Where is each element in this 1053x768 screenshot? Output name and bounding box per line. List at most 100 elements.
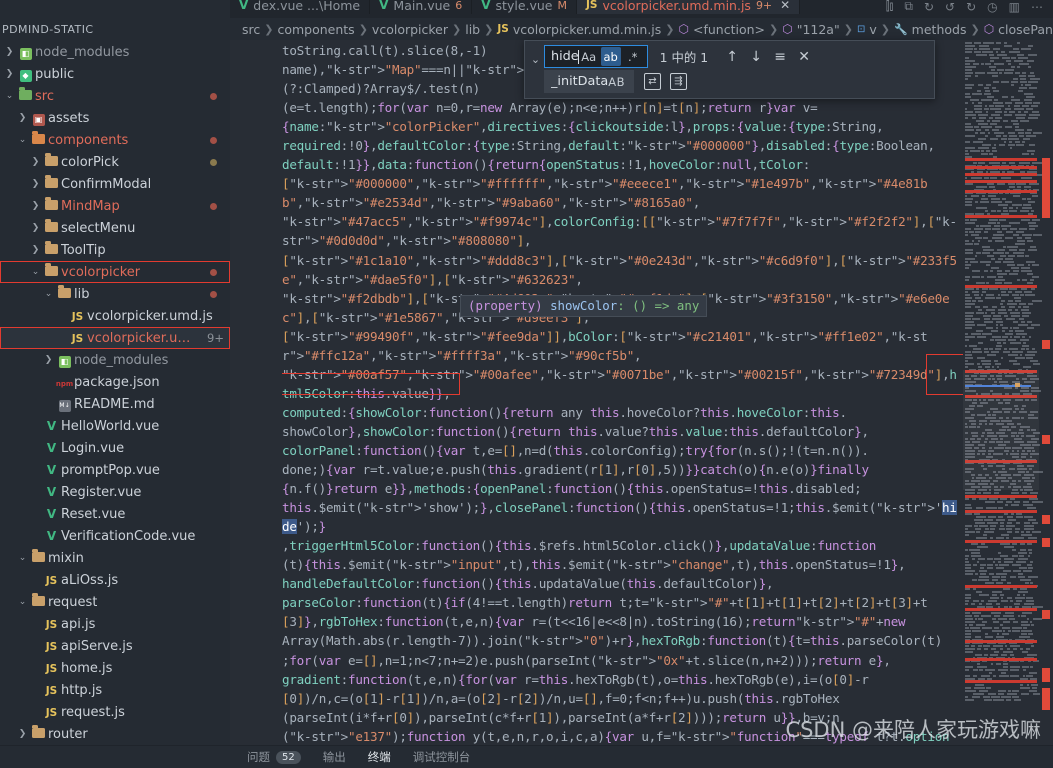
minimap-slider[interactable] xyxy=(963,370,1039,490)
explorer-item-promptpop-vue[interactable]: VpromptPop.vue xyxy=(0,459,230,481)
explorer-item-alioss-js[interactable]: JS aLiOss.js xyxy=(0,569,230,591)
editor-code-area[interactable]: toString.call(t).slice(8,-1) name),"k-st… xyxy=(282,40,963,745)
chevron-right-icon[interactable]: ❯ xyxy=(29,245,42,255)
explorer-item-confirmmodal[interactable]: ❯ ConfirmModal xyxy=(0,173,230,195)
history-icon[interactable]: ◷ xyxy=(987,0,997,14)
open-changes-icon[interactable]: ⧉ xyxy=(904,0,913,14)
replace-icon[interactable]: ⇄ xyxy=(643,73,661,90)
explorer-item-request[interactable]: ⌄ request xyxy=(0,591,230,613)
match-whole-word-icon[interactable]: ab xyxy=(600,47,621,66)
explorer-item-mindmap[interactable]: ❯ MindMap xyxy=(0,195,230,217)
editor-tab-vcolorpicker-umd-min-js[interactable]: JS vcolorpicker.umd.min.js 9+ ✕ xyxy=(577,0,801,14)
breadcrumb-item-vcolorpicker[interactable]: vcolorpicker xyxy=(372,22,448,37)
split-editor-icon[interactable]: ⫿⫾ xyxy=(886,0,894,14)
explorer-item-api-js[interactable]: JS api.js xyxy=(0,613,230,635)
editor-tab-style-vue[interactable]: V style.vue M xyxy=(472,0,577,14)
explorer-item-home-js[interactable]: JS home.js xyxy=(0,657,230,679)
code-editor[interactable]: toString.call(t).slice(8,-1) name),"k-st… xyxy=(230,40,1053,745)
chevron-right-icon[interactable]: ❯ xyxy=(29,157,42,167)
explorer-item-apiserve-js[interactable]: JS apiServe.js xyxy=(0,635,230,657)
find-input[interactable]: hide Aa ab .* xyxy=(544,45,648,68)
editor-minimap[interactable] xyxy=(963,40,1053,745)
preserve-case-icon[interactable]: AB xyxy=(608,75,629,89)
explorer-item-router[interactable]: ❯ router xyxy=(0,723,230,745)
explorer-item-lib[interactable]: ⌄ lib xyxy=(0,283,230,305)
explorer-item-tooltip[interactable]: ❯ ToolTip xyxy=(0,239,230,261)
breadcrumb-item-112a[interactable]: ⬡ "112a" xyxy=(782,22,840,37)
breadcrumb-item-src[interactable]: src xyxy=(242,22,260,37)
chevron-right-icon[interactable]: ❯ xyxy=(16,729,29,739)
explorer-item-verificationcode-vue[interactable]: V VerificationCode.vue xyxy=(0,525,230,547)
use-regex-icon[interactable]: .* xyxy=(623,47,643,66)
explorer-item-components[interactable]: ⌄ components xyxy=(0,129,230,151)
breadcrumb-item-components[interactable]: components xyxy=(277,22,354,37)
previous-match-icon[interactable]: ↑ xyxy=(724,49,740,65)
explorer-item-src[interactable]: ⌄ src xyxy=(0,85,230,107)
chevron-down-icon[interactable]: ⌄ xyxy=(29,267,42,277)
explorer-item-login-vue[interactable]: V Login.vue xyxy=(0,437,230,459)
chevron-right-icon[interactable]: ❯ xyxy=(29,223,42,233)
explorer-item-mixin[interactable]: ⌄ mixin xyxy=(0,547,230,569)
code-line: ("k-str">"e137" xyxy=(282,728,393,744)
explorer-item-vcolorpicker-umd-m[interactable]: JSvcolorpicker.umd.m... 9+ xyxy=(0,327,230,349)
editor-tab-main-vue[interactable]: V Main.vue 6 xyxy=(370,0,473,14)
match-case-icon[interactable]: Aa xyxy=(579,47,599,66)
breadcrumb-item-closePanel[interactable]: ⬡ closePanel xyxy=(984,22,1053,37)
explorer-item-reset-vue[interactable]: V Reset.vue xyxy=(0,503,230,525)
breadcrumb-item-methods[interactable]: 🔧 methods xyxy=(894,22,967,37)
find-in-selection-icon[interactable]: ≡ xyxy=(772,49,788,65)
explorer-item-assets[interactable]: ❯ ▣ assets xyxy=(0,107,230,129)
find-replace-widget[interactable]: ⌄ hide Aa ab .* 1 中的 1 ↑ ↓ ≡ ✕ _initData… xyxy=(524,40,935,99)
panel-tab-debug-console[interactable]: 调试控制台 xyxy=(413,749,471,765)
chevron-right-icon[interactable]: ❯ xyxy=(3,47,16,57)
next-match-icon[interactable]: ↓ xyxy=(748,49,764,65)
panel-tab-terminal[interactable]: 终端 xyxy=(368,749,391,765)
chevron-down-icon[interactable]: ⌄ xyxy=(3,91,16,101)
editor-tab-index-vue[interactable]: V dex.vue ...\Home xyxy=(230,0,371,14)
panel-tab-output[interactable]: 输出 xyxy=(323,749,346,765)
breadcrumb-item-file[interactable]: JS vcolorpicker.umd.min.js xyxy=(497,22,661,37)
folder xyxy=(42,175,61,191)
chevron-right-icon[interactable]: ❯ xyxy=(29,179,42,189)
run-icon[interactable]: ↻ xyxy=(924,0,934,14)
explorer-item-register-vue[interactable]: V Register.vue xyxy=(0,481,230,503)
explorer-item-vcolorpicker-umd-js[interactable]: JS vcolorpicker.umd.js xyxy=(0,305,230,327)
js-icon: JS xyxy=(45,685,58,697)
panel-tab-problems[interactable]: 问题 52 xyxy=(247,749,301,765)
explorer-item-public[interactable]: ❯ ◆ public xyxy=(0,63,230,85)
close-find-icon[interactable]: ✕ xyxy=(796,49,812,65)
chevron-down-icon[interactable]: ⌄ xyxy=(16,135,29,145)
chevron-down-icon[interactable]: ⌄ xyxy=(16,553,29,563)
explorer-item-helloworld-vue[interactable]: V HelloWorld.vue xyxy=(0,415,230,437)
explorer-file-tree[interactable]: ❯ ◧ node_modules ❯ ◆ public ⌄ src ❯ ▣ assets ⌄ compo… xyxy=(0,40,230,745)
vue-icon: V xyxy=(46,441,57,455)
explorer-item-colorpick[interactable]: ❯ colorPick xyxy=(0,151,230,173)
js-icon: JS xyxy=(45,641,58,653)
back-icon[interactable]: ↺ xyxy=(945,0,955,14)
chevron-right-icon[interactable]: ❯ xyxy=(42,355,55,365)
explorer-item-node-modules[interactable]: ❯ ◧ node_modules xyxy=(0,349,230,371)
close-icon[interactable]: ✕ xyxy=(780,0,790,12)
replace-input[interactable]: _initData AB xyxy=(544,70,634,93)
explorer-item-node-modules[interactable]: ❯ ◧ node_modules xyxy=(0,41,230,63)
toggle-replace-icon[interactable]: ⌄ xyxy=(527,44,544,94)
folder xyxy=(42,153,61,169)
chevron-right-icon[interactable]: ❯ xyxy=(3,69,16,79)
breadcrumb-item-lib[interactable]: lib xyxy=(465,22,480,37)
breadcrumb-item-function[interactable]: ⬡ <function> xyxy=(679,22,766,37)
explorer-item-vcolorpicker[interactable]: ⌄ vcolorpicker xyxy=(0,261,230,283)
chevron-down-icon[interactable]: ⌄ xyxy=(42,289,55,299)
explorer-item-selectmenu[interactable]: ❯ selectMenu xyxy=(0,217,230,239)
breadcrumb-item-v[interactable]: ⊡ v xyxy=(857,22,877,37)
layout-icon[interactable]: ▥ xyxy=(1009,0,1020,14)
explorer-item-package-json[interactable]: npm package.json xyxy=(0,371,230,393)
replace-all-icon[interactable]: ⇶ xyxy=(669,73,687,90)
chevron-right-icon[interactable]: ❯ xyxy=(16,113,29,123)
explorer-item-http-js[interactable]: JS http.js xyxy=(0,679,230,701)
explorer-item-readme-md[interactable]: M↓ README.md xyxy=(0,393,230,415)
forward-icon[interactable]: ↻ xyxy=(966,0,976,14)
chevron-down-icon[interactable]: ⌄ xyxy=(16,597,29,607)
more-actions-icon[interactable]: ⋯ xyxy=(1031,0,1043,14)
explorer-item-request-js[interactable]: JS request.js xyxy=(0,701,230,723)
chevron-right-icon[interactable]: ❯ xyxy=(29,201,42,211)
